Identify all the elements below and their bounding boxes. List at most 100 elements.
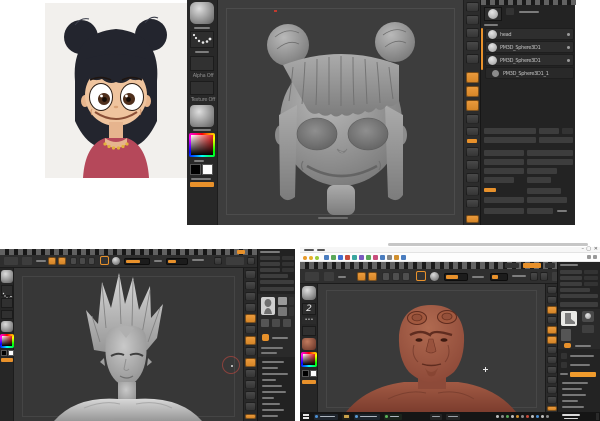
brush-thumbnail[interactable] [1, 270, 13, 283]
app-shortcut-icon[interactable] [331, 255, 336, 260]
sculpt-canvas[interactable] [318, 284, 545, 412]
visibility-eye-icon[interactable] [567, 59, 570, 62]
palette-button[interactable] [282, 262, 294, 266]
palette-button[interactable] [260, 268, 280, 272]
taskbar-app[interactable] [446, 414, 460, 420]
scroll-icon[interactable] [245, 380, 256, 389]
frame-mesh-icon[interactable] [466, 54, 479, 64]
close-icon[interactable]: ✕ [594, 246, 598, 252]
brush-mode-button[interactable] [416, 271, 426, 281]
tool-slot[interactable] [561, 329, 571, 341]
bpr-render-icon[interactable] [547, 286, 557, 294]
palette-button[interactable] [484, 168, 524, 174]
app-shortcut-icon[interactable] [373, 255, 378, 260]
toolbar-button[interactable] [305, 272, 319, 281]
subtool-row[interactable]: PM3D_Sphere3D1 [485, 54, 574, 66]
tool-slot[interactable] [283, 319, 291, 327]
floor-grid-icon[interactable] [245, 292, 256, 301]
material-thumbnail[interactable] [302, 338, 316, 350]
list-thumb[interactable] [561, 362, 567, 368]
fit-icon[interactable] [466, 199, 479, 208]
subtool-row[interactable]: head [485, 28, 574, 40]
list-row[interactable] [262, 361, 284, 363]
perspective-icon[interactable] [466, 15, 479, 25]
material-thumbnail[interactable] [190, 105, 214, 127]
focal-shift-slider[interactable] [166, 258, 188, 265]
subtool-scrollbar[interactable] [481, 28, 483, 70]
tray-icon[interactable] [511, 415, 514, 418]
overflow-icon[interactable] [587, 255, 591, 259]
record-dot-icon[interactable] [303, 256, 307, 260]
app-shortcut-icon[interactable] [380, 255, 385, 260]
actual-size-icon[interactable] [466, 173, 479, 183]
palette-button[interactable] [527, 208, 553, 214]
palette-button[interactable] [527, 188, 561, 194]
app-shortcut-icon[interactable] [401, 255, 406, 260]
solo-icon[interactable] [547, 346, 557, 354]
list-thumb[interactable] [561, 353, 567, 359]
local-symmetry-icon[interactable] [245, 303, 256, 312]
tray-icon[interactable] [546, 415, 549, 418]
bpr-render-icon[interactable] [245, 270, 256, 279]
tray-icon[interactable] [496, 415, 499, 418]
palette-button[interactable] [484, 137, 536, 143]
list-row[interactable] [262, 379, 276, 381]
fit-icon[interactable] [245, 414, 256, 419]
brush-thumbnail[interactable] [302, 286, 316, 300]
list-row[interactable] [262, 367, 278, 369]
palette-button[interactable] [260, 262, 280, 266]
record-dot-icon[interactable] [315, 256, 319, 260]
actual-size-icon[interactable] [245, 402, 256, 411]
palette-button[interactable] [527, 159, 573, 165]
maximize-icon[interactable]: ▢ [586, 246, 591, 252]
app-shortcut-icon[interactable] [394, 255, 399, 260]
palette-button[interactable] [484, 150, 524, 156]
shelf-orange-button[interactable] [190, 182, 214, 187]
floor-grid-icon[interactable] [547, 316, 557, 324]
sculpt-canvas[interactable] [218, 0, 463, 225]
transparency-icon[interactable] [547, 326, 557, 334]
scale-button[interactable] [392, 272, 400, 281]
move-button[interactable] [382, 272, 390, 281]
palette-slider[interactable] [484, 177, 514, 183]
lightbox-brush-icon[interactable] [564, 343, 571, 348]
draw-size-slider[interactable] [124, 258, 150, 265]
palette-button[interactable] [527, 197, 567, 203]
draw-size-slider[interactable] [444, 273, 468, 281]
show-desktop-button[interactable] [596, 413, 599, 420]
solo-icon[interactable] [245, 358, 256, 367]
main-color-swatch[interactable] [302, 370, 309, 377]
tool-slot[interactable] [289, 297, 294, 305]
list-row[interactable] [562, 382, 588, 384]
app-shortcut-icon[interactable] [359, 255, 364, 260]
zoom-icon[interactable] [466, 160, 479, 170]
overflow-icon[interactable] [593, 255, 597, 259]
list-row[interactable] [262, 373, 288, 375]
focal-shift-slider[interactable] [490, 273, 508, 281]
actual-size-icon[interactable] [547, 386, 557, 394]
visibility-eye-icon[interactable] [567, 33, 570, 36]
list-row[interactable] [562, 406, 584, 408]
xpose-icon[interactable] [547, 356, 557, 364]
sculptris-icon[interactable] [112, 257, 120, 265]
color-picker[interactable] [189, 133, 215, 157]
palette-button[interactable] [584, 270, 598, 274]
list-row[interactable] [570, 364, 590, 366]
app-shortcut-icon[interactable] [338, 255, 343, 260]
perspective-icon[interactable] [245, 281, 256, 290]
palette-button[interactable] [539, 137, 573, 143]
palette-button[interactable] [260, 274, 288, 278]
list-row[interactable] [262, 391, 286, 393]
list-row[interactable] [262, 415, 278, 417]
tool-slot[interactable] [582, 311, 594, 322]
tray-icon[interactable] [516, 415, 519, 418]
subtool-row[interactable]: PM3D_Sphere3D1 [485, 41, 574, 53]
ghost-icon[interactable] [245, 347, 256, 356]
tray-icon[interactable] [536, 415, 539, 418]
taskbar-app[interactable] [384, 414, 402, 420]
palette-button[interactable] [527, 168, 557, 174]
app-shortcut-icon[interactable] [324, 255, 329, 260]
active-tool-thumb[interactable] [484, 7, 502, 21]
palette-button[interactable] [484, 128, 536, 134]
palette-button[interactable] [260, 287, 294, 291]
